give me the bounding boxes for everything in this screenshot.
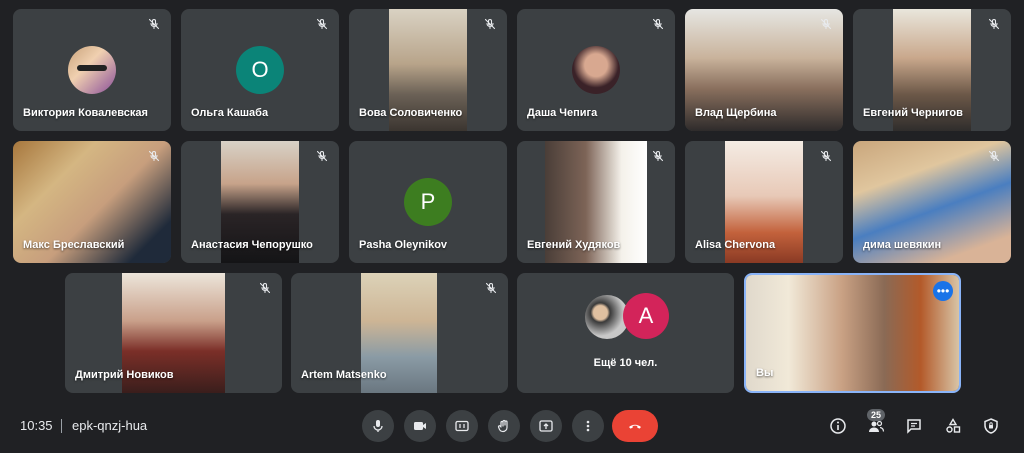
participant-tile[interactable]: Artem Matsenko: [291, 273, 508, 393]
participant-tile[interactable]: Влад Щербина: [685, 9, 843, 131]
participant-name: Евгений Худяков: [527, 239, 621, 251]
participant-name: Даша Чепига: [527, 107, 598, 119]
avatar: [68, 46, 116, 94]
self-video: [746, 275, 959, 391]
activities-icon: [946, 418, 961, 433]
participant-name: Artem Matsenko: [301, 369, 387, 381]
mic-off-icon: [145, 147, 163, 165]
mic-off-icon: [649, 147, 667, 165]
avatar: A: [623, 293, 669, 339]
raise-hand-button[interactable]: [488, 410, 520, 442]
divider: [61, 419, 62, 433]
participant-name: Макс Бреславский: [23, 239, 125, 251]
self-name: Вы: [756, 367, 774, 379]
participant-name: Евгений Чернигов: [863, 107, 963, 119]
info-icon: [830, 418, 846, 434]
self-tile[interactable]: ••• Вы: [744, 273, 961, 393]
participant-tile[interactable]: Alisa Chervona: [685, 141, 843, 263]
avatar: O: [236, 46, 284, 94]
present-icon: [539, 420, 553, 432]
participant-name: Ольга Кашаба: [191, 107, 269, 119]
mic-off-icon: [985, 147, 1003, 165]
participant-tile[interactable]: Даша Чепига: [517, 9, 675, 131]
mic-off-icon: [649, 15, 667, 33]
chat-icon: [907, 419, 921, 434]
participant-name: Влад Щербина: [695, 107, 777, 119]
participant-tile[interactable]: O Ольга Кашаба: [181, 9, 339, 131]
clock: 10:35: [20, 418, 53, 433]
camera-icon: [414, 422, 426, 430]
mic-off-icon: [313, 15, 331, 33]
activities-button[interactable]: [941, 414, 965, 438]
host-controls-button[interactable]: [979, 414, 1003, 438]
bottom-bar: 10:35 epk-qnzj-hua 25: [0, 404, 1024, 448]
hang-up-icon: [629, 424, 641, 429]
mic-off-icon: [481, 15, 499, 33]
people-button[interactable]: 25: [864, 409, 888, 438]
participant-name: Виктория Ковалевская: [23, 107, 148, 119]
camera-button[interactable]: [404, 410, 436, 442]
participant-name: Alisa Chervona: [695, 239, 776, 251]
participant-name: Анастасия Чепорушко: [191, 239, 313, 251]
mic-off-icon: [817, 147, 835, 165]
participant-name: дима шевякин: [863, 239, 942, 251]
others-count-label: Ещё 10 чел.: [593, 357, 658, 369]
participant-name: Вова Соловиченко: [359, 107, 463, 119]
avatar: P: [404, 178, 452, 226]
participant-tile[interactable]: Виктория Ковалевская: [13, 9, 171, 131]
more-vert-icon: [586, 420, 590, 432]
captions-button[interactable]: [446, 410, 478, 442]
participant-tile[interactable]: P Pasha Oleynikov: [349, 141, 507, 263]
microphone-button[interactable]: [362, 410, 394, 442]
mic-off-icon: [145, 15, 163, 33]
participant-tile[interactable]: Евгений Худяков: [517, 141, 675, 263]
more-options-button[interactable]: •••: [933, 281, 953, 301]
avatar: [572, 46, 620, 94]
end-call-button[interactable]: [612, 410, 658, 442]
shield-icon: [984, 418, 998, 434]
hand-icon: [497, 419, 508, 433]
microphone-icon: [373, 420, 383, 432]
participant-tile[interactable]: Вова Соловиченко: [349, 9, 507, 131]
participant-tile[interactable]: Анастасия Чепорушко: [181, 141, 339, 263]
meeting-code: epk-qnzj-hua: [72, 418, 148, 433]
people-count-badge: 25: [866, 409, 886, 421]
participant-name: Pasha Oleynikov: [359, 239, 448, 251]
captions-icon: [455, 420, 469, 432]
more-options-button[interactable]: [572, 410, 604, 442]
mic-off-icon: [256, 279, 274, 297]
chat-button[interactable]: [902, 414, 926, 438]
participant-tile[interactable]: Евгений Чернигов: [853, 9, 1011, 131]
present-button[interactable]: [530, 410, 562, 442]
info-button[interactable]: [826, 414, 850, 438]
participant-tile[interactable]: Макс Бреславский: [13, 141, 171, 263]
mic-off-icon: [313, 147, 331, 165]
participant-name: Дмитрий Новиков: [75, 369, 174, 381]
mic-off-icon: [817, 15, 835, 33]
participant-tile[interactable]: Дмитрий Новиков: [65, 273, 282, 393]
mic-off-icon: [482, 279, 500, 297]
others-tile[interactable]: A Ещё 10 чел.: [517, 273, 734, 393]
participant-tile[interactable]: дима шевякин: [853, 141, 1011, 263]
mic-off-icon: [985, 15, 1003, 33]
